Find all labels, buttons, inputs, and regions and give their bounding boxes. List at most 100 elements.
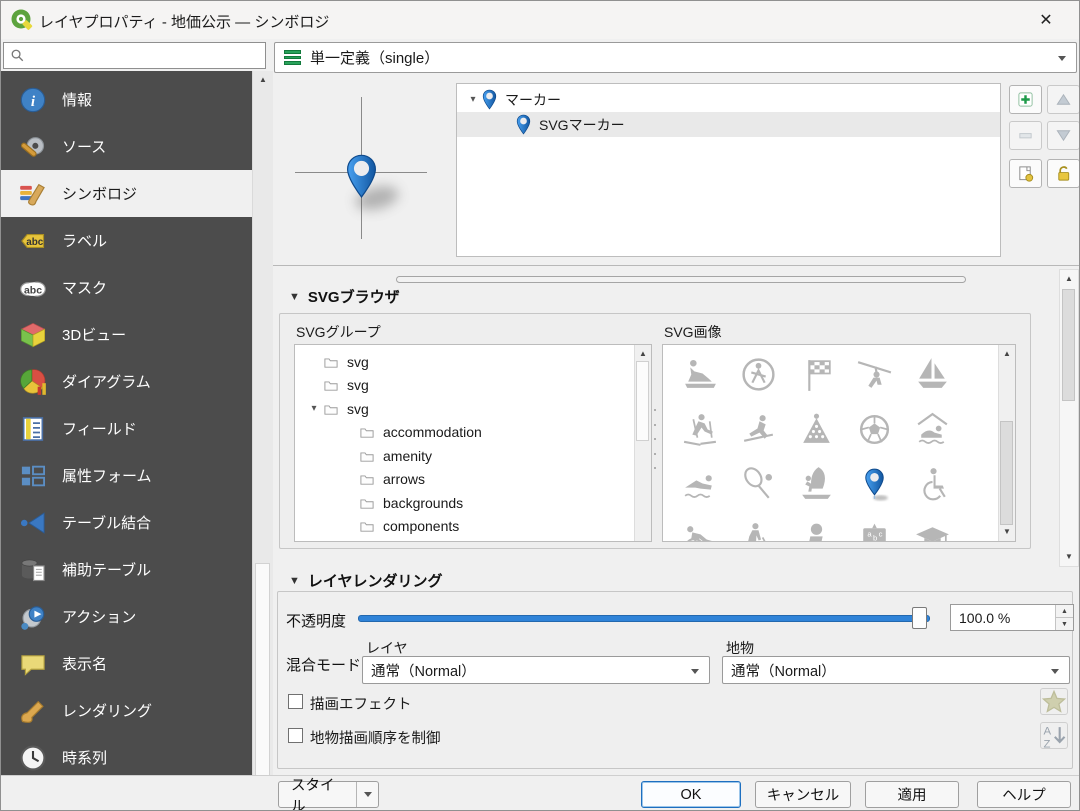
style-dropdown-arrow[interactable] <box>356 782 378 807</box>
svg-image-map-pin[interactable] <box>845 457 903 512</box>
svg-image-graduation-cap[interactable] <box>903 512 961 541</box>
feature-order-checkbox[interactable] <box>288 728 303 743</box>
scroll-up-icon[interactable]: ▲ <box>1060 273 1078 285</box>
svg-group-row[interactable]: accommodation <box>295 421 651 445</box>
duplicate-symbol-layer-button[interactable] <box>1009 159 1042 188</box>
svg-group-row[interactable]: amenity <box>295 444 651 468</box>
svg-image-jet-ski[interactable] <box>671 347 729 402</box>
svg-image-wheelchair-access[interactable] <box>903 457 961 512</box>
svg-image-toddler[interactable] <box>787 512 845 541</box>
lock-color-icon <box>1055 165 1072 182</box>
cancel-button[interactable]: キャンセル <box>755 781 851 808</box>
scroll-up-icon[interactable]: ▲ <box>635 348 651 360</box>
opacity-slider-track[interactable] <box>358 615 930 622</box>
tree-expander-icon[interactable]: ▾ <box>305 403 323 414</box>
layer-blend-value: 通常（Normal） <box>371 663 476 680</box>
svg-group-row[interactable]: backgrounds <box>295 491 651 515</box>
svg-image-indoor-swimming[interactable] <box>903 402 961 457</box>
sidebar-item-actions[interactable]: アクション <box>1 593 252 640</box>
main-scrollbar[interactable]: ▲ ▼ <box>1059 269 1079 567</box>
symbol-tree-row[interactable]: ▾ マーカー <box>457 87 1000 112</box>
add-symbol-layer-button[interactable] <box>1009 85 1042 114</box>
sidebar-item-auxstorage[interactable]: 補助テーブル <box>1 546 252 593</box>
svg-image-swimming[interactable] <box>671 457 729 512</box>
sidebar-item-diagrams[interactable]: ダイアグラム <box>1 358 252 405</box>
spin-buttons[interactable]: ▲ ▼ <box>1055 605 1073 630</box>
ok-button[interactable]: OK <box>641 781 741 808</box>
help-button[interactable]: ヘルプ <box>977 781 1071 808</box>
svg-browser-section-header[interactable]: ▼ SVGブラウザ <box>289 286 400 307</box>
sidebar-item-labels[interactable]: abc ラベル <box>1 217 252 264</box>
svg-image-climbing-net[interactable] <box>787 402 845 457</box>
svg-group-row[interactable]: svg <box>295 374 651 398</box>
sidebar-item-form[interactable]: 属性フォーム <box>1 452 252 499</box>
remove-symbol-layer-button[interactable] <box>1009 121 1042 150</box>
sidebar-item-rendering[interactable]: レンダリング <box>1 687 252 734</box>
sidebar-item-source[interactable]: ソース <box>1 123 252 170</box>
scrollbar-thumb[interactable] <box>1000 421 1013 525</box>
opacity-spinbox[interactable]: 100.0 % ▲ ▼ <box>950 604 1074 631</box>
feature-order-options-button[interactable]: AZ <box>1040 722 1068 749</box>
folder-icon <box>323 378 339 392</box>
feature-blend-combobox[interactable]: 通常（Normal） <box>722 656 1070 684</box>
move-up-button[interactable] <box>1047 85 1079 114</box>
scroll-up-icon[interactable]: ▲ <box>999 348 1015 360</box>
sidebar-item-temporal[interactable]: 時系列 <box>1 734 252 781</box>
svg-image-finish-flag[interactable] <box>787 347 845 402</box>
svg-image-cross-country-skiing[interactable] <box>671 402 729 457</box>
svg-image-abc-sign[interactable]: abc <box>845 512 903 541</box>
draw-effects-checkbox[interactable] <box>288 694 303 709</box>
renderer-combobox[interactable]: 単一定義（single） <box>274 42 1077 73</box>
svg-image-wheelchair-racing[interactable] <box>671 512 729 541</box>
lock-color-button[interactable] <box>1047 159 1079 188</box>
svg-group-scrollbar[interactable]: ▲ <box>634 345 651 541</box>
panel-splitter[interactable] <box>652 409 658 469</box>
svg-image-snowboarding[interactable] <box>729 402 787 457</box>
spin-up-icon[interactable]: ▲ <box>1056 605 1073 618</box>
scrollbar-thumb[interactable] <box>1062 289 1075 401</box>
svg-image-skater-circle[interactable] <box>729 347 787 402</box>
layer-rendering-section-header[interactable]: ▼ レイヤレンダリング <box>289 570 442 591</box>
apply-button[interactable]: 適用 <box>865 781 959 808</box>
move-down-button[interactable] <box>1047 121 1079 150</box>
sidebar-item-mask[interactable]: abc マスク <box>1 264 252 311</box>
scroll-down-icon[interactable]: ▼ <box>999 526 1015 538</box>
svg-image-blind-walking[interactable] <box>729 512 787 541</box>
svg-image-soccer[interactable] <box>845 402 903 457</box>
symbol-tree-row[interactable]: SVGマーカー <box>457 112 1000 137</box>
sidebar-scrollbar-thumb[interactable] <box>255 563 270 810</box>
close-button[interactable]: ✕ <box>1023 4 1069 36</box>
svg-image-windsurfing[interactable] <box>787 457 845 512</box>
marker-symbol-icon <box>515 114 532 135</box>
scrollbar-thumb[interactable] <box>636 361 649 441</box>
sidebar-item-displayname[interactable]: 表示名 <box>1 640 252 687</box>
sidebar-item-info[interactable]: i 情報 <box>1 76 252 123</box>
sidebar-item-fields[interactable]: フィールド <box>1 405 252 452</box>
style-button[interactable]: スタイル <box>278 778 379 810</box>
svg-group-row[interactable]: svg <box>295 350 651 374</box>
effects-options-button[interactable] <box>1040 688 1068 715</box>
tree-expander-icon[interactable]: ▾ <box>465 94 481 105</box>
opacity-slider-handle[interactable] <box>912 607 927 629</box>
svg-group-row[interactable]: components <box>295 515 651 539</box>
svg-text:A: A <box>1043 725 1051 737</box>
scroll-down-icon[interactable]: ▼ <box>1060 551 1078 563</box>
sidebar-item-symbology[interactable]: シンボロジ <box>1 170 252 217</box>
spin-down-icon[interactable]: ▼ <box>1056 618 1073 630</box>
sidebar-scrollbar[interactable]: ▲ ▼ <box>252 71 273 810</box>
svg-image-zipline[interactable] <box>845 347 903 402</box>
svg-image-tennis[interactable] <box>729 457 787 512</box>
jet-ski-icon <box>684 359 716 388</box>
snowboarding-icon <box>743 415 773 442</box>
svg-images-scrollbar[interactable]: ▲ ▼ <box>998 345 1015 541</box>
svg-group-row[interactable]: ▾ svg <box>295 397 651 421</box>
rendering-icon <box>18 696 48 726</box>
svg-image-sailing[interactable] <box>903 347 961 402</box>
svg-group-row[interactable]: arrows <box>295 468 651 492</box>
sidebar-item-joins[interactable]: テーブル結合 <box>1 499 252 546</box>
sidebar-item-view3d[interactable]: 3Dビュー <box>1 311 252 358</box>
svg-group-row[interactable]: crosses <box>295 538 651 541</box>
search-input[interactable] <box>29 42 265 69</box>
layer-blend-combobox[interactable]: 通常（Normal） <box>362 656 710 684</box>
scroll-up-icon[interactable]: ▲ <box>253 74 273 86</box>
